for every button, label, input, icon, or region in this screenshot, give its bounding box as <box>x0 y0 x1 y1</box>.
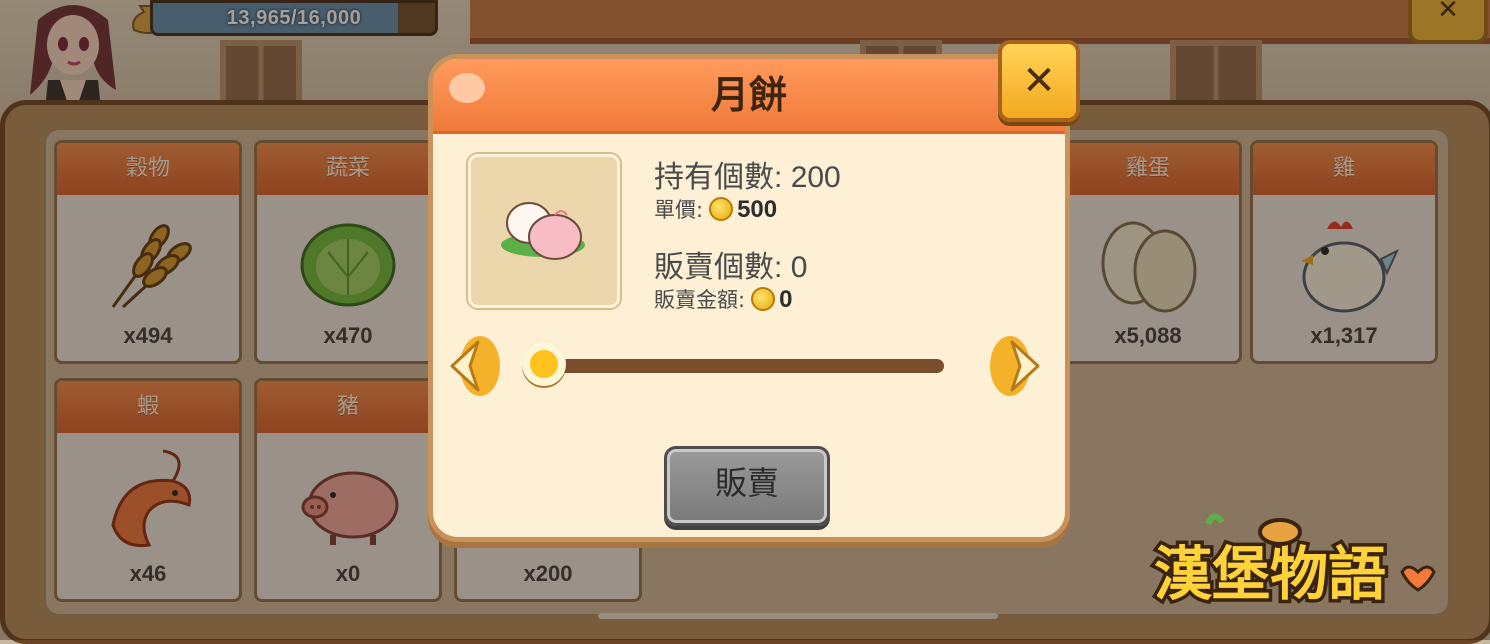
coin-icon <box>709 197 734 221</box>
quantity-slider-track[interactable] <box>544 359 944 373</box>
sell-button[interactable]: 販賣 <box>664 446 830 526</box>
increase-arrow-button[interactable] <box>990 334 1046 398</box>
dialog-header: 月餅 <box>433 59 1065 134</box>
quantity-slider-thumb[interactable] <box>522 342 566 386</box>
close-icon: ✕ <box>1022 58 1056 104</box>
sell-amount-label: 販賣金額: <box>654 288 746 312</box>
sell-amount-row: 販賣金額: 0 <box>654 284 792 315</box>
owned-count-label: 持有個數: <box>654 161 783 194</box>
dialog-close-button[interactable]: ✕ <box>998 40 1080 122</box>
sell-count-row: 販賣個數: 0 <box>654 242 807 286</box>
owned-count-row: 持有個數: 200 <box>654 152 841 196</box>
mooncake-icon <box>501 202 585 260</box>
sell-count-value: 0 <box>790 251 808 284</box>
sell-count-label: 販賣個數: <box>654 251 783 284</box>
owned-count-value: 200 <box>790 161 841 194</box>
game-logo: 漢堡物語 <box>1151 513 1436 612</box>
sell-button-label: 販賣 <box>714 464 779 502</box>
coin-icon <box>751 287 776 311</box>
sell-amount-value: 0 <box>779 286 793 313</box>
unit-price-row: 單價: 500 <box>654 194 777 225</box>
svg-text:漢堡物語: 漢堡物語 <box>1154 540 1386 608</box>
decrease-arrow-button[interactable] <box>444 334 500 398</box>
unit-price-value: 500 <box>737 196 778 223</box>
item-preview <box>468 154 620 308</box>
unit-price-label: 單價: <box>654 198 704 222</box>
dialog-title: 月餅 <box>710 73 787 117</box>
